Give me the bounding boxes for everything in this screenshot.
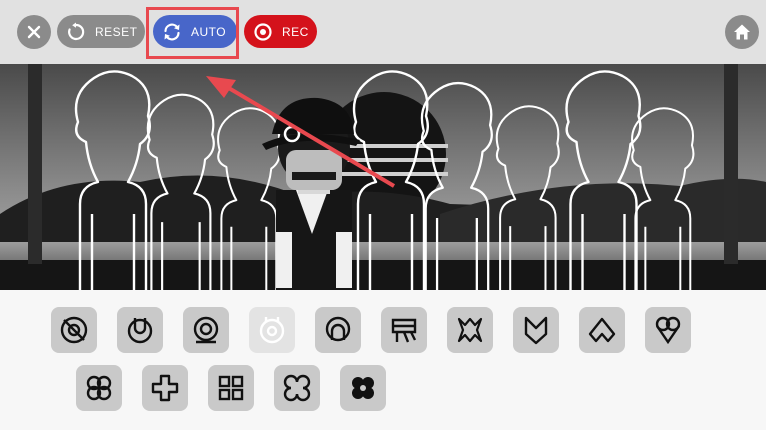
voice-3-icon (218, 375, 244, 401)
sound-tile-effect-2[interactable] (381, 307, 427, 353)
sound-icon-palette (0, 290, 766, 430)
voice-2-icon (151, 374, 179, 402)
rec-button[interactable]: REC (244, 15, 317, 48)
sound-tile-voice-2[interactable] (142, 365, 188, 411)
home-icon (734, 24, 750, 40)
sound-tile-beat-1[interactable] (51, 307, 97, 353)
melody-1-icon (524, 316, 548, 345)
sound-tile-voice-1[interactable] (76, 365, 122, 411)
beat-1-icon (60, 316, 88, 344)
top-toolbar: RESET AUTO REC (0, 0, 766, 64)
melody-2-icon (588, 317, 616, 343)
beat-3-icon (193, 316, 219, 344)
effect-3-icon (457, 317, 483, 343)
stage-illustration (0, 64, 766, 290)
voice-5-icon (352, 377, 374, 399)
close-button[interactable] (17, 15, 51, 49)
record-icon (252, 21, 274, 43)
sound-tile-voice-5[interactable] (340, 365, 386, 411)
sound-tile-effect-3[interactable] (447, 307, 493, 353)
sound-tile-voice-3[interactable] (208, 365, 254, 411)
sound-tile-melody-3[interactable] (645, 307, 691, 353)
sound-tile-melody-1[interactable] (513, 307, 559, 353)
close-icon (27, 25, 41, 39)
voice-4-icon (283, 374, 311, 402)
sound-tile-voice-4[interactable] (274, 365, 320, 411)
auto-button-highlight (146, 7, 239, 59)
rotate-ccw-icon (65, 21, 87, 43)
sound-tile-beat-4[interactable] (249, 307, 295, 353)
sound-tile-melody-2[interactable] (579, 307, 625, 353)
melody-3-icon (655, 316, 681, 345)
effect-2-icon (391, 318, 417, 343)
effect-1-icon (325, 316, 351, 342)
reset-label: RESET (95, 24, 138, 39)
beat-4-icon (259, 317, 285, 344)
sound-tile-effect-1[interactable] (315, 307, 361, 353)
stage-scene (0, 64, 766, 290)
sound-tile-beat-3[interactable] (183, 307, 229, 353)
sound-tile-beat-2[interactable] (117, 307, 163, 353)
reset-button[interactable]: RESET (57, 15, 145, 48)
beat-2-icon (127, 318, 153, 344)
active-character[interactable] (262, 97, 360, 290)
home-button[interactable] (725, 15, 759, 49)
rec-label: REC (282, 24, 309, 39)
voice-1-icon (86, 375, 112, 401)
